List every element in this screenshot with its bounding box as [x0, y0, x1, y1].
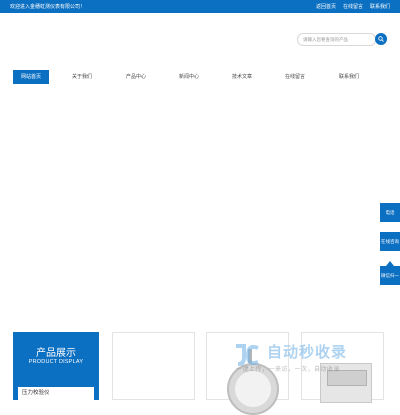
- watermark: 自动秒收录 一键上传，一来访，一次，自动收录: [232, 338, 382, 378]
- nav-item-home[interactable]: 网站首页: [13, 70, 49, 84]
- nav-item-about[interactable]: 关于我们: [64, 70, 100, 84]
- phone-tool[interactable]: 电话: [380, 203, 400, 222]
- search-input[interactable]: 请输入您要查询的产品: [297, 33, 376, 46]
- search-button[interactable]: [375, 33, 387, 45]
- top-links: 返回首页 在线留言 联系我们: [316, 3, 390, 10]
- search-box: 请输入您要查询的产品: [297, 33, 387, 46]
- nav-item-products[interactable]: 产品中心: [118, 70, 154, 84]
- nav-item-message[interactable]: 在线留言: [277, 70, 313, 84]
- welcome-text: 欢迎进入金穗虹测仪表有限公司！: [10, 4, 86, 10]
- online-chat-tool[interactable]: 在线咨询: [380, 232, 400, 251]
- side-toolbar: 电话 在线咨询 微信扫一扫: [380, 203, 400, 297]
- watermark-title: 自动秒收录: [267, 344, 348, 361]
- main-nav: 网站首页 关于我们 产品中心 新闻中心 技术文章 在线留言 联系我们: [0, 70, 400, 84]
- home-link[interactable]: 返回首页: [316, 3, 336, 10]
- product-card[interactable]: [112, 332, 195, 400]
- product-title-cn: 产品展示: [36, 348, 76, 359]
- top-bar: 欢迎进入金穗虹测仪表有限公司！ 返回首页 在线留言 联系我们: [0, 0, 400, 13]
- wechat-tool[interactable]: 微信扫一扫: [380, 266, 400, 297]
- nav-item-articles[interactable]: 技术文章: [224, 70, 260, 84]
- contact-link[interactable]: 联系我们: [370, 3, 390, 10]
- message-link[interactable]: 在线留言: [343, 3, 363, 10]
- nav-item-contact[interactable]: 联系我们: [331, 70, 367, 84]
- search-icon: [378, 36, 384, 42]
- nav-item-news[interactable]: 新闻中心: [171, 70, 207, 84]
- watermark-subtitle: 一键上传，一来访，一次，自动收录: [236, 367, 341, 373]
- product-category-panel: 产品展示 PRODUCT DISPLAY 压力校验仪: [13, 332, 99, 400]
- product-title-en: PRODUCT DISPLAY: [28, 359, 84, 365]
- category-item[interactable]: 压力校验仪: [18, 387, 94, 400]
